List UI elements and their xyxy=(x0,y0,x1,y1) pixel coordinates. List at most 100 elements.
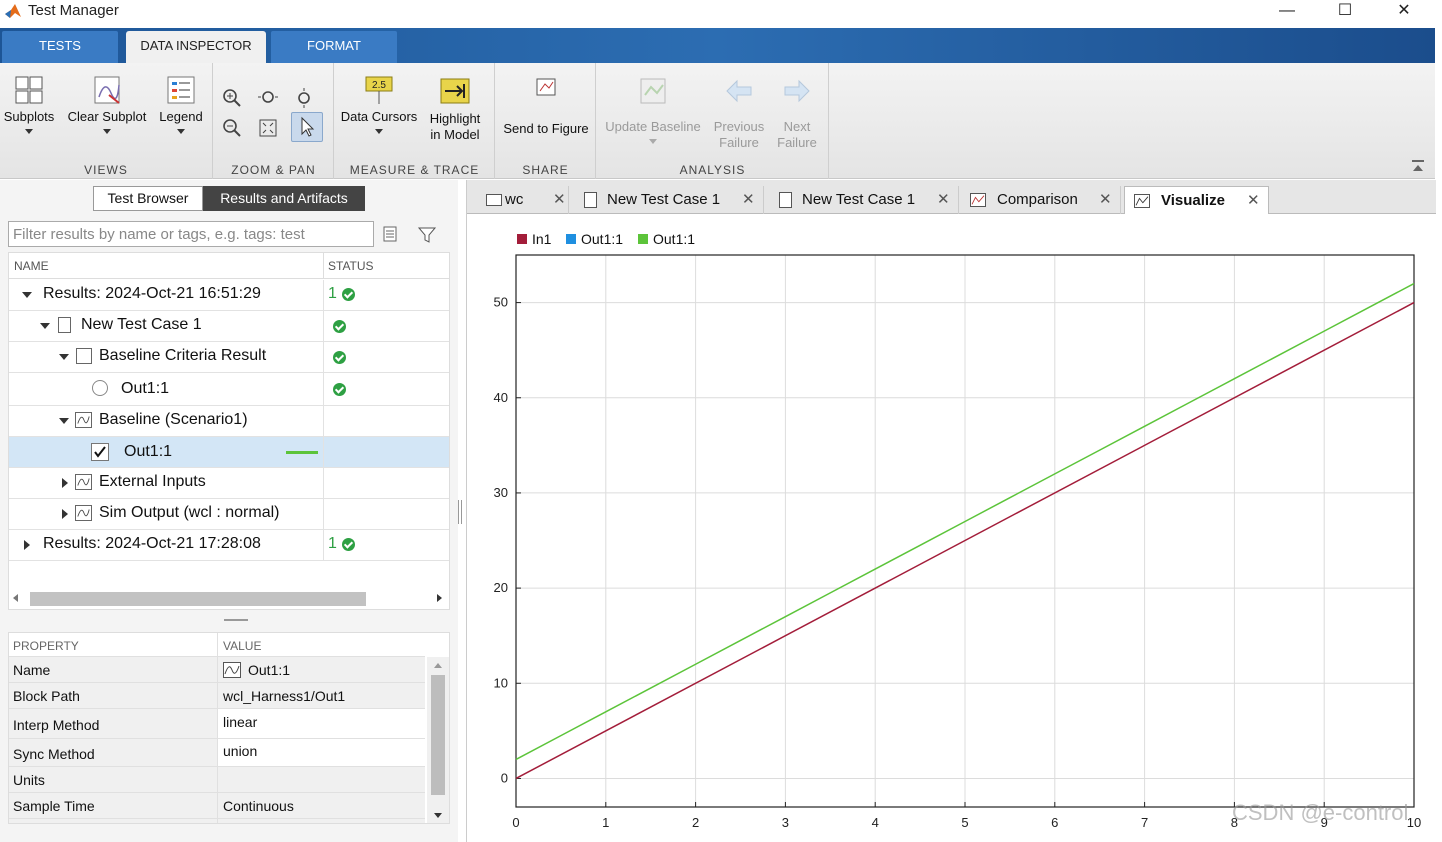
send-to-figure-button[interactable]: Send to Figure xyxy=(498,75,594,137)
close-tab-icon[interactable]: ✕ xyxy=(742,186,755,214)
doc-tab-wc[interactable]: wc ✕ xyxy=(477,186,569,214)
scroll-right-icon[interactable] xyxy=(437,594,442,602)
analysis-group-label: ANALYSIS xyxy=(679,163,746,177)
tree-row-external-inputs[interactable]: External Inputs xyxy=(9,468,449,499)
legend-button[interactable]: Legend xyxy=(154,75,208,134)
clear-subplot-button[interactable]: Clear Subplot xyxy=(64,75,150,134)
arrow-cursor-icon xyxy=(301,116,315,137)
measure-trace-group: 2.5 Data Cursors Highlight in Model MEAS… xyxy=(335,63,495,179)
collapsed-arrow-icon[interactable] xyxy=(24,540,30,550)
collapsed-arrow-icon[interactable] xyxy=(62,478,68,488)
close-tab-icon[interactable]: ✕ xyxy=(1247,187,1260,215)
radio-circle-icon[interactable] xyxy=(92,380,108,396)
interp-method-select[interactable]: linear xyxy=(223,714,257,730)
update-baseline-label: Update Baseline xyxy=(605,119,701,134)
property-value: Continuous xyxy=(223,798,294,814)
data-cursors-icon: 2.5 xyxy=(365,76,393,104)
property-row-name: Name Out1:1 xyxy=(9,657,425,683)
tree-row-baseline-scenario[interactable]: Baseline (Scenario1) xyxy=(9,406,449,437)
expand-arrow-icon[interactable] xyxy=(59,418,69,424)
tree-horizontal-scrollbar[interactable] xyxy=(9,589,449,609)
update-baseline-dropdown-icon[interactable] xyxy=(649,139,657,144)
y-tick-label: 40 xyxy=(494,390,508,405)
close-window-button[interactable]: ✕ xyxy=(1381,0,1427,24)
expand-arrow-icon[interactable] xyxy=(22,292,32,298)
tree-header: NAME STATUS xyxy=(9,253,449,279)
tree-row-results-1[interactable]: Results: 2024-Oct-21 16:51:29 1 xyxy=(9,280,449,311)
legend-dropdown-icon[interactable] xyxy=(177,129,185,134)
data-cursors-dropdown-icon[interactable] xyxy=(375,129,383,134)
subplots-dropdown-icon[interactable] xyxy=(25,129,33,134)
subplots-button[interactable]: Subplots xyxy=(2,75,56,134)
tab-tests[interactable]: TESTS xyxy=(2,31,118,63)
tree-row-results-2[interactable]: Results: 2024-Oct-21 17:28:08 1 xyxy=(9,530,449,561)
tree-row-baseline-criteria[interactable]: Baseline Criteria Result xyxy=(9,342,449,373)
scroll-down-icon[interactable] xyxy=(434,813,442,818)
clear-subplot-dropdown-icon[interactable] xyxy=(103,129,111,134)
plot-checkbox[interactable] xyxy=(91,443,109,461)
scroll-up-icon[interactable] xyxy=(434,663,442,668)
column-name-header[interactable]: NAME xyxy=(14,259,49,273)
collapsed-arrow-icon[interactable] xyxy=(62,509,68,519)
tree-row-out1-selected[interactable]: Out1:1 xyxy=(9,437,449,468)
doc-tab-comparison[interactable]: Comparison ✕ xyxy=(961,186,1121,214)
close-tab-icon[interactable]: ✕ xyxy=(1099,186,1112,214)
properties-vertical-scrollbar[interactable] xyxy=(427,657,449,823)
segment-test-browser[interactable]: Test Browser xyxy=(93,186,203,211)
filter-results-input[interactable] xyxy=(8,221,374,247)
close-tab-icon[interactable]: ✕ xyxy=(553,186,566,214)
send-to-figure-icon xyxy=(536,78,556,96)
scrollbar-thumb[interactable] xyxy=(431,675,445,795)
tree-row-test-case[interactable]: New Test Case 1 xyxy=(9,311,449,342)
cursor-select-button[interactable] xyxy=(291,112,323,142)
data-cursors-button[interactable]: 2.5 Data Cursors xyxy=(337,75,421,134)
update-baseline-button[interactable]: Update Baseline xyxy=(601,75,705,144)
panel-splitter[interactable] xyxy=(224,619,248,621)
signal-icon xyxy=(75,505,92,521)
arrow-left-icon xyxy=(726,79,752,103)
filter-funnel-icon[interactable] xyxy=(417,225,437,245)
fit-to-view-icon[interactable] xyxy=(255,115,281,141)
maximize-button[interactable]: ☐ xyxy=(1322,0,1368,24)
clear-subplot-label: Clear Subplot xyxy=(67,109,147,124)
zoom-x-icon[interactable] xyxy=(255,85,281,111)
next-failure-button[interactable]: Next Failure xyxy=(769,75,825,151)
highlight-in-model-button[interactable]: Highlight in Model xyxy=(425,75,485,143)
minimize-button[interactable]: — xyxy=(1264,0,1310,24)
properties-table: PROPERTY VALUE Name Out1:1 Block Path wc… xyxy=(8,632,450,824)
scrollbar-thumb[interactable] xyxy=(30,592,366,606)
scroll-left-icon[interactable] xyxy=(13,594,18,602)
expand-arrow-icon[interactable] xyxy=(40,323,50,329)
tree-row-out1-criteria[interactable]: Out1:1 xyxy=(9,373,449,406)
line-color-swatch[interactable] xyxy=(286,451,318,454)
tab-format[interactable]: FORMAT xyxy=(271,31,397,63)
column-status-header[interactable]: STATUS xyxy=(328,259,374,273)
previous-failure-label-1: Previous xyxy=(713,119,765,134)
tree-row-label: External Inputs xyxy=(99,473,206,490)
highlight-label-1: Highlight xyxy=(429,111,481,126)
property-row-block-path: Block Path wcl_Harness1/Out1 xyxy=(9,683,425,709)
doc-tab-label: Comparison xyxy=(997,191,1078,208)
collapse-toolstrip-icon[interactable] xyxy=(1410,159,1426,173)
doc-tab-new-test-case-1b[interactable]: New Test Case 1 ✕ xyxy=(766,186,959,214)
pass-check-icon xyxy=(333,320,346,333)
doc-tab-new-test-case-1a[interactable]: New Test Case 1 ✕ xyxy=(571,186,764,214)
property-value[interactable]: wcl_Harness1/Out1 xyxy=(223,688,345,704)
segment-results-and-artifacts[interactable]: Results and Artifacts xyxy=(203,186,365,211)
doc-tab-visualize[interactable]: Visualize ✕ xyxy=(1124,186,1269,214)
sync-method-select[interactable]: union xyxy=(223,743,257,759)
chart-svg[interactable]: 0 1 2 3 4 5 6 7 8 9 1001020304050 xyxy=(467,214,1436,842)
zoom-in-icon[interactable] xyxy=(219,85,245,111)
previous-failure-button[interactable]: Previous Failure xyxy=(709,75,769,151)
zoom-y-icon[interactable] xyxy=(291,85,317,111)
tree-row-sim-output[interactable]: Sim Output (wcl : normal) xyxy=(9,499,449,530)
list-options-icon[interactable] xyxy=(381,225,399,243)
expand-arrow-icon[interactable] xyxy=(59,354,69,360)
close-tab-icon[interactable]: ✕ xyxy=(937,186,950,214)
tab-data-inspector[interactable]: DATA INSPECTOR xyxy=(126,31,266,63)
y-tick-label: 0 xyxy=(501,770,508,785)
x-tick-label: 6 xyxy=(1051,815,1058,830)
panel-resize-grip[interactable] xyxy=(458,500,462,524)
zoom-out-icon[interactable] xyxy=(219,115,245,141)
measure-trace-group-label: MEASURE & TRACE xyxy=(349,163,480,177)
